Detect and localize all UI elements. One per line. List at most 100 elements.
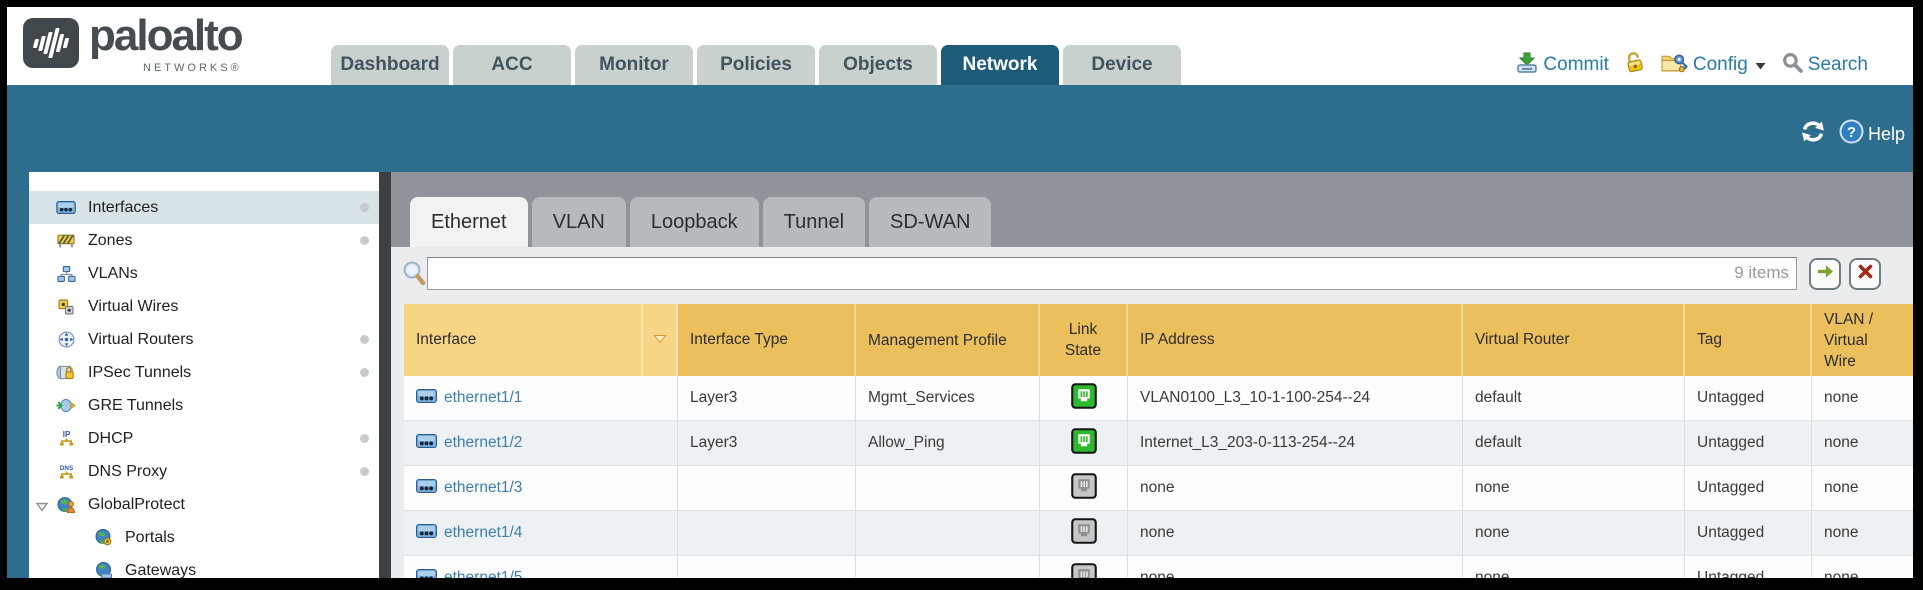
cell-interface-type [678, 511, 856, 555]
network-sidebar: Interfaces Zones VLANs Virtual Wires Virtual… [29, 172, 379, 578]
column-header-ip-address[interactable]: IP Address [1128, 304, 1463, 376]
cell-interface-type [678, 466, 856, 510]
cell-tag: Untagged [1685, 466, 1812, 510]
green-arrow-icon [1817, 264, 1834, 284]
column-label: Management Profile [868, 330, 1026, 351]
top-bar: paloalto NETWORKS® DashboardACCMonitorPo… [7, 7, 1913, 85]
tab-loopback[interactable]: Loopback [630, 197, 759, 247]
sidebar-item-ipsec-tunnels[interactable]: IPSec Tunnels [29, 356, 379, 389]
sidebar-item-gateways[interactable]: Gateways [29, 554, 379, 578]
filter-search-icon [402, 260, 426, 291]
status-dot [360, 434, 369, 443]
interface-link[interactable]: ethernet1/3 [416, 479, 522, 498]
column-label: Virtual Router [1475, 331, 1569, 349]
sidebar-item-vlans[interactable]: VLANs [29, 257, 379, 290]
help-icon: ? [1839, 119, 1864, 149]
cell-management-profile [856, 556, 1040, 578]
column-header-vlan-virtual-wire[interactable]: VLAN / Virtual Wire [1812, 304, 1913, 376]
interface-type-tabs: EthernetVLANLoopbackTunnelSD-WAN [410, 197, 991, 247]
interface-icon [416, 479, 437, 498]
refresh-icon[interactable] [1799, 119, 1827, 149]
sidebar-item-virtual-wires[interactable]: Virtual Wires [29, 290, 379, 323]
cell-tag: Untagged [1685, 556, 1812, 578]
clear-filter-button[interactable] [1849, 258, 1881, 290]
interface-link[interactable]: ethernet1/2 [416, 434, 522, 453]
nav-tab-policies[interactable]: Policies [697, 45, 815, 85]
sidebar-item-dns-proxy[interactable]: DNSDNS Proxy [29, 455, 379, 488]
vlans-icon [56, 265, 76, 283]
cell-ip-address: Internet_L3_203-0-113-254--24 [1128, 421, 1463, 465]
table-row: ethernet1/2Layer3Allow_PingInternet_L3_2… [404, 421, 1913, 466]
help-button[interactable]: ? Help [1839, 119, 1905, 149]
cell-link-state [1040, 511, 1128, 555]
paloalto-logo: paloalto NETWORKS® [23, 12, 242, 74]
link-state-down-icon [1071, 473, 1097, 504]
cell-tag: Untagged [1685, 511, 1812, 555]
svg-text:?: ? [1847, 124, 1856, 141]
nav-tab-objects[interactable]: Objects [819, 45, 937, 85]
column-header-link-state[interactable]: Link State [1040, 304, 1128, 376]
interface-icon [416, 569, 437, 579]
sidebar-item-virtual-routers[interactable]: Virtual Routers [29, 323, 379, 356]
sidebar-item-globalprotect[interactable]: GlobalProtect [29, 488, 379, 521]
app-window: paloalto NETWORKS® DashboardACCMonitorPo… [7, 7, 1913, 578]
sidebar-item-label: Virtual Wires [88, 298, 178, 316]
column-label: Link State [1052, 319, 1114, 361]
nav-tab-acc[interactable]: ACC [453, 45, 571, 85]
gateways-icon [93, 562, 113, 579]
config-dropdown[interactable]: Config [1661, 52, 1766, 79]
column-label: IP Address [1140, 331, 1215, 349]
sidebar-item-label: Interfaces [88, 199, 158, 217]
nav-tab-dashboard[interactable]: Dashboard [331, 45, 449, 85]
column-header-interface-type[interactable]: Interface Type [678, 304, 856, 376]
column-label: Interface [416, 331, 476, 349]
interface-link[interactable]: ethernet1/5 [416, 569, 522, 579]
lock-button[interactable] [1625, 51, 1645, 79]
tab-ethernet[interactable]: Ethernet [410, 197, 528, 247]
cell-management-profile [856, 466, 1040, 510]
cell-tag: Untagged [1685, 376, 1812, 420]
status-dot [360, 203, 369, 212]
sidebar-item-interfaces[interactable]: Interfaces [29, 191, 379, 224]
table-row: ethernet1/4nonenoneUntaggednone [404, 511, 1913, 556]
column-header-virtual-router[interactable]: Virtual Router [1463, 304, 1685, 376]
svg-text:IP: IP [62, 430, 70, 439]
status-dot [360, 368, 369, 377]
cell-management-profile: Mgmt_Services [856, 376, 1040, 420]
interface-icon [416, 389, 437, 408]
column-header-management-profile[interactable]: Management Profile [856, 304, 1040, 376]
sidebar-item-label: GlobalProtect [88, 496, 185, 514]
ipsec-tunnels-icon [56, 364, 76, 382]
tab-vlan[interactable]: VLAN [532, 197, 626, 247]
nav-tab-device[interactable]: Device [1063, 45, 1181, 85]
tab-tunnel[interactable]: Tunnel [763, 197, 865, 247]
interface-link[interactable]: ethernet1/1 [416, 389, 522, 408]
link-state-down-icon [1071, 563, 1097, 579]
interface-link[interactable]: ethernet1/4 [416, 524, 522, 543]
sidebar-item-portals[interactable]: Portals [29, 521, 379, 554]
table-header-row: Interface Interface Type Management Profil… [404, 304, 1913, 376]
sidebar-item-gre-tunnels[interactable]: GRE Tunnels [29, 389, 379, 422]
nav-tab-network[interactable]: Network [941, 45, 1059, 85]
sidebar-item-label: Portals [125, 529, 175, 547]
status-dot [360, 236, 369, 245]
search-button[interactable]: Search [1782, 52, 1868, 79]
expander-triangle-icon[interactable] [36, 499, 48, 517]
column-header-interface[interactable]: Interface [404, 304, 643, 376]
column-header-tag[interactable]: Tag [1685, 304, 1812, 376]
column-label: VLAN / Virtual Wire [1824, 309, 1901, 372]
sidebar-item-zones[interactable]: Zones [29, 224, 379, 257]
interface-icon [416, 434, 437, 453]
nav-tab-monitor[interactable]: Monitor [575, 45, 693, 85]
sidebar-splitter[interactable] [379, 172, 391, 578]
teal-banner [7, 85, 1913, 172]
brand-name: paloalto [89, 12, 242, 60]
sidebar-item-dhcp[interactable]: IPDHCP [29, 422, 379, 455]
filter-input[interactable] [427, 257, 1797, 290]
sidebar-item-label: Zones [88, 232, 132, 250]
portals-icon [93, 529, 113, 547]
commit-button[interactable]: Commit [1516, 52, 1608, 79]
sort-dropdown-button[interactable] [643, 304, 678, 376]
apply-filter-button[interactable] [1809, 258, 1841, 290]
tab-sd-wan[interactable]: SD-WAN [869, 197, 991, 247]
